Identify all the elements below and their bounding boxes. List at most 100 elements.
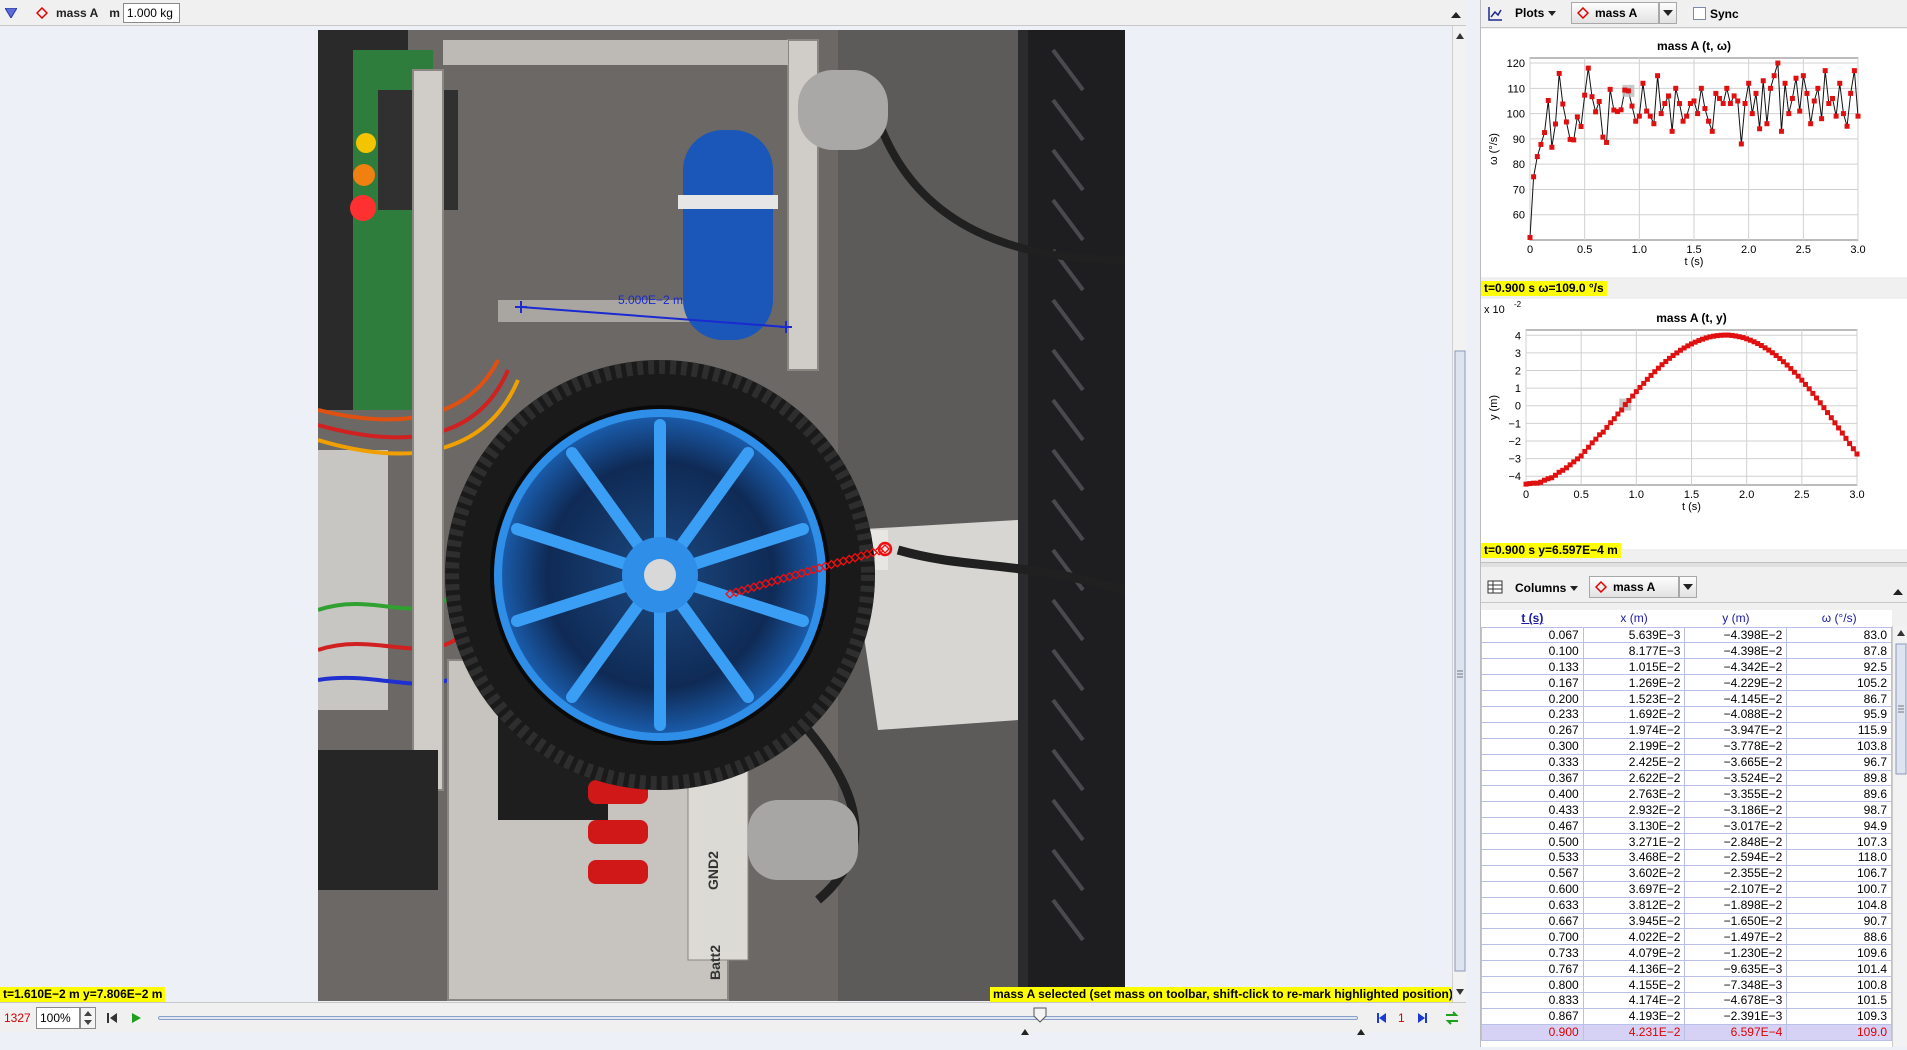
cell-t[interactable]: 0.533 bbox=[1481, 848, 1584, 866]
data-point[interactable] bbox=[1768, 85, 1774, 91]
cell-x[interactable]: 1.269E−2 bbox=[1582, 674, 1686, 692]
cell-t[interactable]: 0.367 bbox=[1481, 769, 1584, 787]
data-point[interactable] bbox=[1764, 121, 1770, 127]
data-point[interactable] bbox=[1731, 93, 1737, 99]
cell-t[interactable]: 0.133 bbox=[1481, 658, 1584, 676]
data-point[interactable] bbox=[1552, 121, 1558, 127]
cell-y[interactable]: −3.947E−2 bbox=[1684, 721, 1788, 739]
column-header-omega[interactable]: ω (°/s) bbox=[1786, 610, 1892, 628]
cell-x[interactable]: 2.199E−2 bbox=[1582, 737, 1686, 755]
table-row[interactable]: 0.067 5.639E−3 −4.398E−2 83.0 bbox=[1481, 626, 1892, 644]
data-point[interactable] bbox=[1691, 98, 1697, 104]
data-point[interactable] bbox=[1738, 141, 1744, 147]
data-point[interactable] bbox=[1604, 424, 1610, 430]
data-point[interactable] bbox=[1821, 405, 1827, 411]
cell-y[interactable]: −4.088E−2 bbox=[1684, 705, 1788, 723]
data-point[interactable] bbox=[1644, 108, 1650, 114]
data-point[interactable] bbox=[1720, 101, 1726, 106]
cell-omega[interactable]: 94.9 bbox=[1786, 817, 1892, 835]
cell-y[interactable]: −4.398E−2 bbox=[1684, 642, 1788, 660]
cell-t[interactable]: 0.600 bbox=[1481, 880, 1584, 898]
cell-t[interactable]: 0.700 bbox=[1481, 928, 1584, 946]
data-point[interactable] bbox=[1666, 93, 1672, 99]
table-row[interactable]: 0.533 3.468E−2 −2.594E−2 118.0 bbox=[1481, 848, 1892, 866]
data-point[interactable] bbox=[1782, 80, 1788, 86]
data-point[interactable] bbox=[1578, 453, 1584, 459]
data-point[interactable] bbox=[1806, 386, 1812, 392]
data-point[interactable] bbox=[1633, 118, 1639, 124]
data-point[interactable] bbox=[1600, 134, 1606, 140]
data-point[interactable] bbox=[1600, 429, 1606, 435]
cell-t[interactable]: 0.800 bbox=[1481, 976, 1584, 993]
cell-y[interactable]: −2.594E−2 bbox=[1684, 848, 1788, 866]
data-point[interactable] bbox=[1840, 111, 1846, 117]
data-point[interactable] bbox=[1619, 407, 1625, 413]
data-point[interactable] bbox=[1680, 118, 1686, 124]
cell-x[interactable]: 3.697E−2 bbox=[1582, 880, 1686, 898]
table-row[interactable]: 0.467 3.130E−2 −3.017E−2 94.9 bbox=[1481, 817, 1892, 835]
cell-x[interactable]: 8.177E−3 bbox=[1582, 642, 1686, 660]
cell-x[interactable]: 3.468E−2 bbox=[1582, 848, 1686, 866]
cell-omega[interactable]: 92.5 bbox=[1786, 658, 1892, 676]
cell-y[interactable]: −1.230E−2 bbox=[1684, 944, 1788, 962]
cell-t[interactable]: 0.633 bbox=[1481, 896, 1584, 914]
step-size[interactable]: 1 bbox=[1398, 1011, 1405, 1025]
cell-omega[interactable]: 88.6 bbox=[1786, 928, 1892, 946]
cell-t[interactable]: 0.833 bbox=[1481, 991, 1584, 1009]
cell-omega[interactable]: 118.0 bbox=[1786, 848, 1892, 866]
cell-omega[interactable]: 109.6 bbox=[1786, 944, 1892, 962]
cell-t[interactable]: 0.267 bbox=[1481, 721, 1584, 739]
plots-menu-button[interactable]: Plots bbox=[1515, 6, 1556, 20]
out-marker-icon[interactable] bbox=[1356, 1028, 1366, 1036]
data-point[interactable] bbox=[1847, 441, 1853, 447]
data-point[interactable] bbox=[1814, 395, 1820, 401]
cell-t[interactable]: 0.667 bbox=[1481, 912, 1584, 930]
cell-y[interactable]: −2.355E−2 bbox=[1684, 864, 1788, 882]
table-row[interactable]: 0.300 2.199E−2 −3.778E−2 103.8 bbox=[1481, 737, 1892, 755]
data-point[interactable] bbox=[1706, 118, 1712, 124]
cell-x[interactable]: 4.174E−2 bbox=[1582, 991, 1686, 1009]
cell-omega[interactable]: 86.7 bbox=[1786, 690, 1892, 707]
cell-t[interactable]: 0.467 bbox=[1481, 817, 1584, 835]
table-row[interactable]: 0.633 3.812E−2 −1.898E−2 104.8 bbox=[1481, 896, 1892, 914]
column-header-y[interactable]: y (m) bbox=[1684, 610, 1787, 628]
data-point[interactable] bbox=[1527, 234, 1533, 240]
data-point[interactable] bbox=[1797, 108, 1803, 114]
cell-y[interactable]: −4.145E−2 bbox=[1684, 690, 1788, 707]
cell-y[interactable]: −3.355E−2 bbox=[1684, 785, 1788, 803]
data-point[interactable] bbox=[1673, 85, 1679, 91]
data-point[interactable] bbox=[1574, 114, 1580, 120]
data-point[interactable] bbox=[1684, 113, 1690, 119]
cell-y[interactable]: −4.342E−2 bbox=[1684, 658, 1788, 676]
cell-omega[interactable]: 100.8 bbox=[1786, 976, 1892, 993]
data-point[interactable] bbox=[1655, 73, 1661, 79]
data-point[interactable] bbox=[1826, 101, 1832, 106]
data-point[interactable] bbox=[1531, 174, 1537, 180]
cell-y[interactable]: −1.650E−2 bbox=[1684, 912, 1788, 930]
data-point[interactable] bbox=[1815, 85, 1821, 91]
cell-y[interactable]: −3.778E−2 bbox=[1684, 737, 1788, 755]
data-point[interactable] bbox=[1727, 101, 1733, 106]
cell-omega[interactable]: 109.3 bbox=[1786, 1007, 1892, 1025]
cell-omega[interactable]: 96.7 bbox=[1786, 753, 1892, 771]
data-point[interactable] bbox=[1843, 435, 1849, 441]
data-point[interactable] bbox=[1848, 90, 1854, 96]
cell-t[interactable]: 0.233 bbox=[1481, 705, 1584, 723]
table-row[interactable]: 0.733 4.079E−2 −1.230E−2 109.6 bbox=[1481, 944, 1892, 962]
data-point[interactable] bbox=[1625, 88, 1631, 94]
cell-omega[interactable]: 95.9 bbox=[1786, 705, 1892, 723]
data-point[interactable] bbox=[1844, 123, 1850, 129]
cell-y[interactable]: −9.635E−3 bbox=[1684, 960, 1788, 978]
cell-omega[interactable]: 90.7 bbox=[1786, 912, 1892, 930]
cell-omega[interactable]: 83.0 bbox=[1786, 626, 1892, 644]
cell-omega[interactable]: 105.2 bbox=[1786, 674, 1892, 692]
data-point[interactable] bbox=[1789, 95, 1795, 101]
in-marker-icon[interactable] bbox=[1020, 1028, 1030, 1036]
cell-t[interactable]: 0.300 bbox=[1481, 737, 1584, 755]
cell-t[interactable]: 0.867 bbox=[1481, 1007, 1584, 1025]
data-point[interactable] bbox=[1833, 113, 1839, 119]
data-point[interactable] bbox=[1757, 126, 1763, 132]
table-row[interactable]: 0.233 1.692E−2 −4.088E−2 95.9 bbox=[1481, 705, 1892, 723]
data-point[interactable] bbox=[1593, 109, 1599, 115]
table-track-selector[interactable]: mass A bbox=[1589, 576, 1679, 598]
